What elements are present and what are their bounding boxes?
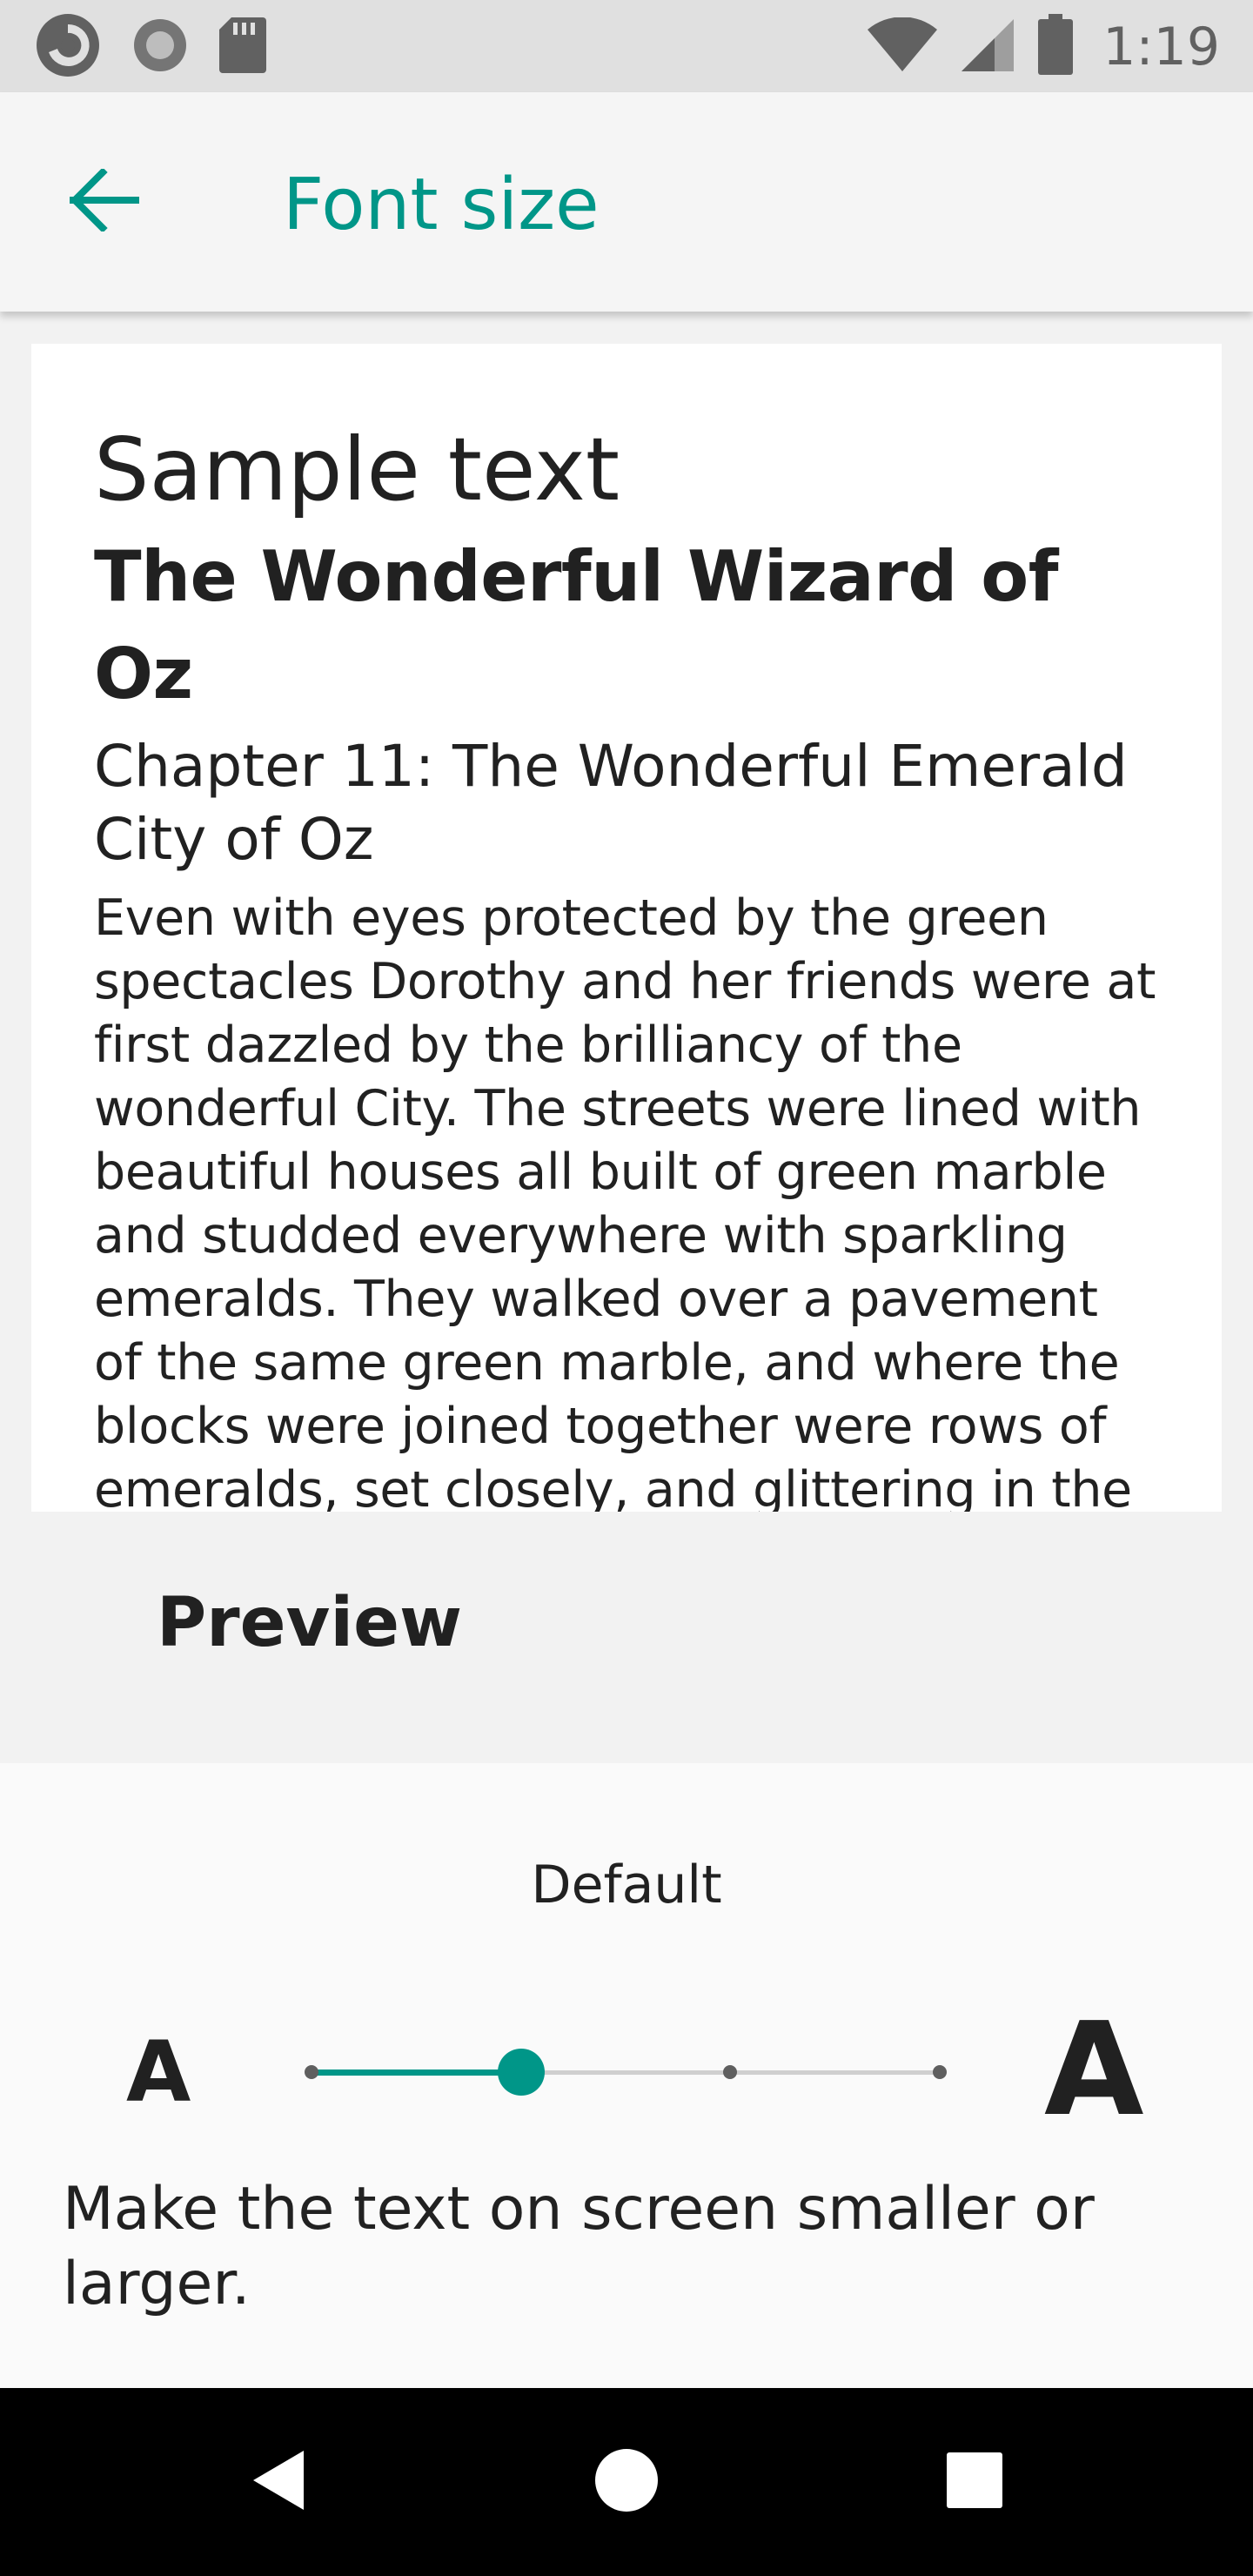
recents-square-icon [945,2451,1004,2513]
status-right-icons: 1:19 [866,14,1220,80]
wifi-icon [866,17,939,77]
back-triangle-icon [248,2447,309,2517]
slider-fill [312,2070,521,2076]
font-size-slider[interactable] [287,2042,966,2103]
slider-thumb[interactable] [497,2049,545,2096]
nav-home-button[interactable] [583,2438,670,2526]
arrow-back-icon [70,167,139,235]
larger-font-icon: A [1044,1995,1144,2144]
page-title: Font size [283,164,600,246]
system-nav-bar [0,2388,1253,2576]
smaller-font-icon: A [126,2023,191,2121]
preview-card[interactable]: Sample text The Wonderful Wizard of Oz C… [31,344,1222,1512]
record-icon [131,16,190,78]
app-bar: Font size [0,92,1253,312]
slider-tick[interactable] [723,2065,738,2079]
sd-card-icon [218,16,266,78]
sync-icon [33,10,103,84]
status-bar: 1:19 [0,0,1253,92]
signal-icon [960,17,1015,77]
home-circle-icon [593,2447,660,2517]
slider-tick[interactable] [305,2065,318,2079]
sample-text-heading: Sample text [94,419,620,520]
nav-recents-button[interactable] [931,2438,1018,2526]
font-size-description: Make the text on screen smaller or large… [63,2175,1095,2318]
font-size-control-panel: Default A A Make the text on screen smal… [0,1763,1253,2388]
status-time: 1:19 [1102,17,1220,77]
font-size-value: Default [531,1855,722,1915]
slider-tick[interactable] [933,2065,947,2079]
chapter-title: Chapter 11: The Wonderful Emerald City o… [94,733,1128,873]
status-left-icons [33,14,266,78]
preview-body-text: Even with eyes protected by the green sp… [94,889,1156,1512]
book-title: The Wonderful Wizard of Oz [94,536,1059,714]
back-button[interactable] [61,158,148,245]
preview-label: Preview [157,1584,463,1662]
nav-back-button[interactable] [235,2438,322,2526]
battery-icon [1036,14,1075,80]
